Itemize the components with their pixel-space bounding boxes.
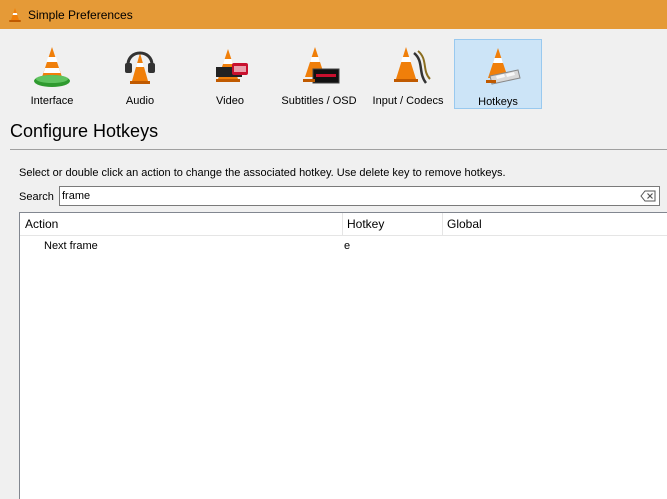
table-row[interactable]: Next frame e bbox=[20, 236, 667, 256]
action-cell: Next frame bbox=[44, 240, 98, 252]
category-audio[interactable]: Audio bbox=[100, 39, 180, 109]
window-title: Simple Preferences bbox=[28, 7, 133, 22]
search-input[interactable] bbox=[62, 188, 632, 204]
column-header-action[interactable]: Action bbox=[20, 213, 342, 235]
vlc-cone-film-icon bbox=[216, 49, 248, 82]
category-label: Video bbox=[216, 95, 244, 107]
vlc-cone-interface-icon bbox=[34, 47, 70, 87]
vlc-cone-headphones-icon bbox=[125, 51, 155, 84]
hotkeys-table[interactable]: Action Hotkey Global Next frame e bbox=[19, 212, 667, 499]
preferences-window: Simple Preferences Interface Audio Video… bbox=[0, 0, 667, 499]
category-subtitles-osd[interactable]: Subtitles / OSD bbox=[276, 39, 362, 109]
title-bar[interactable]: Simple Preferences bbox=[0, 0, 667, 29]
column-header-hotkey[interactable]: Hotkey bbox=[342, 213, 442, 235]
vlc-app-icon bbox=[9, 7, 21, 22]
vlc-cone-cables-icon bbox=[394, 47, 431, 84]
category-label: Hotkeys bbox=[478, 96, 518, 108]
category-label: Subtitles / OSD bbox=[281, 95, 357, 107]
table-header: Action Hotkey Global bbox=[20, 213, 667, 236]
category-label: Interface bbox=[30, 95, 74, 107]
search-box bbox=[59, 186, 660, 206]
heading-divider bbox=[10, 149, 667, 150]
hotkey-cell[interactable]: e bbox=[344, 236, 350, 256]
help-text: Select or double click an action to chan… bbox=[19, 167, 506, 179]
category-interface[interactable]: Interface bbox=[12, 39, 92, 109]
vlc-cone-keyboard-icon bbox=[486, 48, 521, 85]
category-label: Audio bbox=[125, 95, 155, 107]
category-label: Input / Codecs bbox=[372, 95, 444, 107]
category-input-codecs[interactable]: Input / Codecs bbox=[366, 39, 450, 109]
column-header-global[interactable]: Global bbox=[442, 213, 642, 235]
page-title: Configure Hotkeys bbox=[10, 121, 159, 141]
search-label: Search bbox=[19, 191, 54, 203]
category-video[interactable]: Video bbox=[190, 39, 270, 109]
category-hotkeys[interactable]: Hotkeys bbox=[454, 39, 542, 109]
vlc-cone-subtitles-icon bbox=[303, 47, 340, 84]
category-toolbar: Interface Audio Video Subtitles / OSD In… bbox=[0, 29, 667, 111]
clear-search-icon[interactable] bbox=[640, 189, 656, 203]
